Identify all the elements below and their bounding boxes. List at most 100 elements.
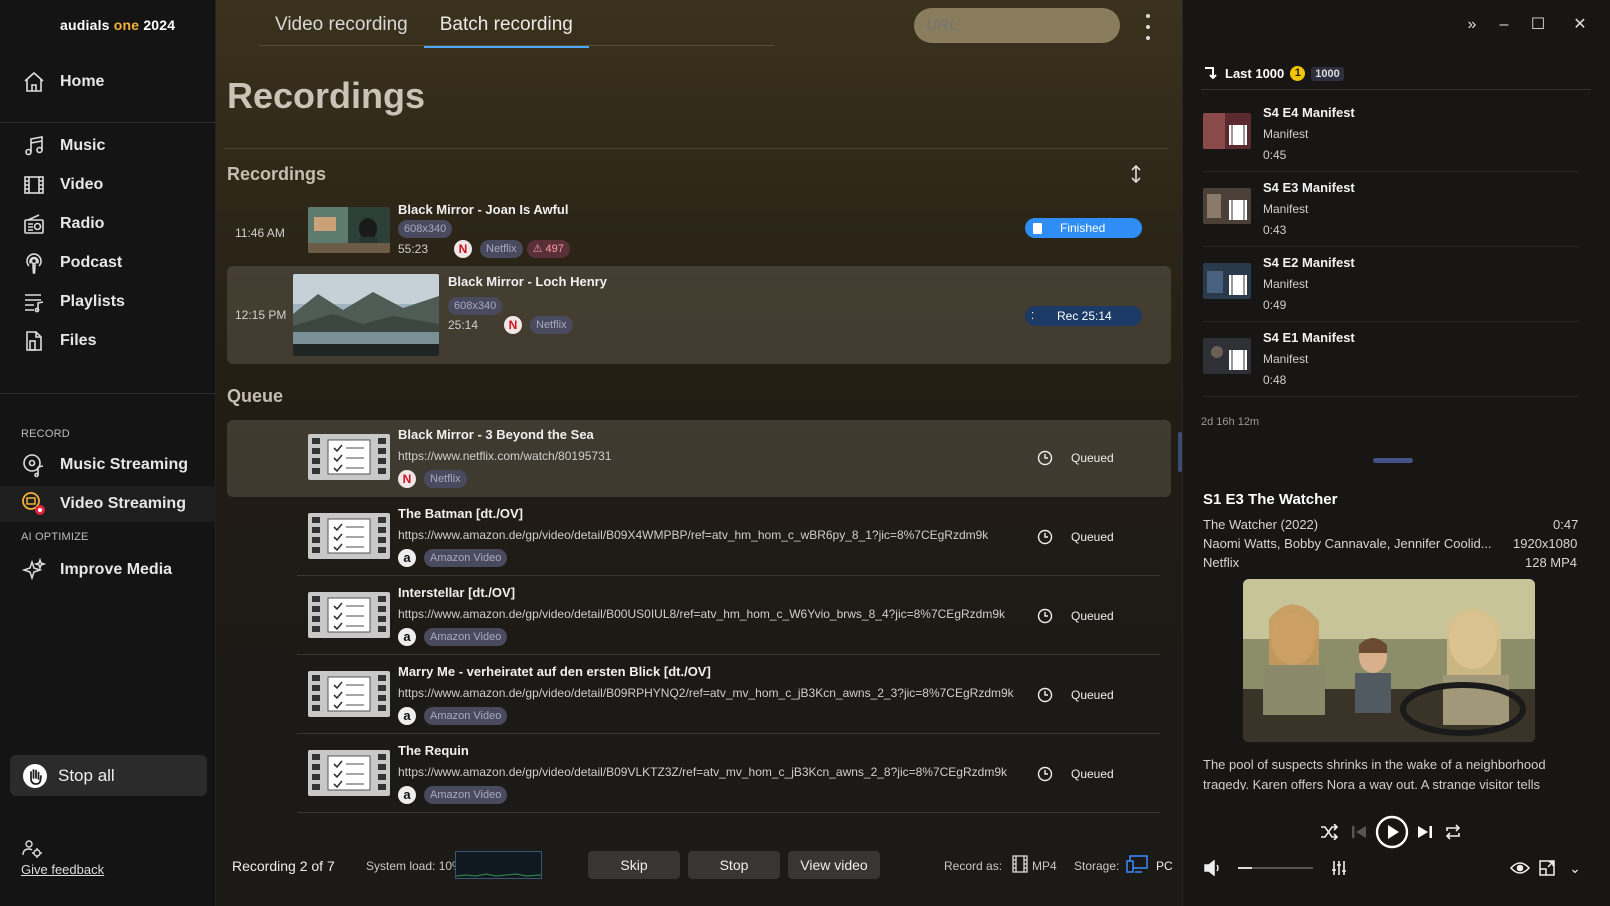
eye-icon[interactable] [1509, 858, 1531, 878]
episode-show: Manifest [1263, 352, 1309, 366]
drag-handle[interactable] [1373, 458, 1413, 463]
document-icon [1033, 222, 1042, 234]
episode-item[interactable]: S4 E4 Manifest Manifest 0:45 [1203, 99, 1579, 172]
volume-slider[interactable] [1238, 867, 1313, 869]
spinner-icon: ⁚ [1031, 310, 1035, 322]
service-chip: Amazon Video [424, 628, 508, 646]
episode-duration: 0:48 [1263, 373, 1287, 387]
history-label: Last 1000 [1225, 66, 1285, 81]
episode-title: S4 E1 Manifest [1263, 330, 1355, 345]
music-note-icon [20, 132, 48, 160]
service-chip: Amazon Video [424, 786, 508, 804]
minimize-icon[interactable]: – [1495, 16, 1513, 34]
url-input[interactable] [914, 8, 1120, 43]
repeat-icon[interactable] [1443, 822, 1463, 842]
play-button[interactable] [1374, 814, 1410, 850]
file-icon [20, 327, 48, 355]
batch-placeholder-icon [308, 750, 390, 796]
now-playing-cast: Naomi Watts, Bobby Cannavale, Jennifer C… [1203, 536, 1492, 551]
previous-icon[interactable] [1349, 822, 1369, 842]
picture-in-picture-icon[interactable] [1537, 858, 1557, 878]
sidebar-item-video[interactable]: Video [0, 167, 216, 203]
sidebar-item-files[interactable]: Files [0, 323, 216, 359]
history-header[interactable]: Last 1000 1 1000 [1203, 64, 1344, 83]
recordings-section-label: Recordings [227, 164, 327, 184]
queued-status: Queued [1037, 766, 1114, 782]
storage-selector[interactable]: PC [1126, 855, 1173, 876]
queue-row[interactable]: The Batman [dt./OV] https://www.amazon.d… [227, 499, 1171, 576]
expand-down-icon[interactable]: ⌄ [1565, 858, 1585, 878]
queue-url: https://www.netflix.com/watch/80195731 [398, 449, 612, 463]
main-panel: Video recording Batch recording Recordin… [216, 0, 1182, 906]
amazon-icon: a [398, 628, 416, 646]
recording-row[interactable]: 11:46 AM Black Mirror - Joan Is Awful 60… [227, 202, 1171, 266]
sidebar-item-improve-media[interactable]: Improve Media [0, 552, 216, 588]
queued-status: Queued [1037, 450, 1114, 466]
storage-value: PC [1156, 858, 1173, 873]
episode-item[interactable]: S4 E1 Manifest Manifest 0:48 [1203, 324, 1579, 397]
divider [297, 575, 1160, 576]
sidebar-item-podcast[interactable]: Podcast [0, 245, 216, 281]
sidebar-item-radio[interactable]: Radio [0, 206, 216, 242]
volume-icon[interactable] [1203, 858, 1223, 878]
sidebar-item-playlists[interactable]: Playlists [0, 284, 216, 320]
clock-icon [1037, 450, 1053, 466]
equalizer-icon[interactable] [1329, 858, 1349, 878]
next-icon[interactable] [1415, 822, 1435, 842]
sidebar-item-video-streaming[interactable]: Video Streaming [0, 486, 216, 522]
view-video-button[interactable]: View video [788, 851, 880, 879]
skip-button[interactable]: Skip [588, 851, 680, 879]
now-playing-service: Netflix [1203, 555, 1240, 570]
amazon-icon: a [398, 786, 416, 804]
queue-url: https://www.amazon.de/gp/video/detail/B0… [398, 765, 1007, 779]
queue-title: The Requin [398, 743, 469, 758]
sidebar-item-label: Music Streaming [60, 456, 189, 473]
more-menu-icon[interactable] [1143, 14, 1153, 40]
sidebar-item-label: Playlists [60, 293, 125, 310]
maximize-icon[interactable]: ☐ [1529, 16, 1547, 34]
playlist-icon [20, 288, 48, 316]
episode-thumbnail [1203, 263, 1251, 299]
clock-icon [1037, 687, 1053, 703]
video-thumbnail [293, 274, 439, 356]
film-icon [1012, 855, 1028, 876]
sidebar-item-home[interactable]: Home [0, 64, 216, 100]
status-badge: Finished [1025, 218, 1142, 238]
close-icon[interactable]: ✕ [1571, 16, 1589, 34]
stop-all-button[interactable]: Stop all [10, 755, 207, 796]
episode-item[interactable]: S4 E3 Manifest Manifest 0:43 [1203, 174, 1579, 247]
collapse-panel-icon[interactable]: » [1463, 16, 1481, 34]
episode-duration: 0:45 [1263, 148, 1287, 162]
tab-underline [259, 45, 774, 46]
divider [297, 733, 1160, 734]
episode-item[interactable]: S4 E2 Manifest Manifest 0:49 [1203, 249, 1579, 322]
episode-show: Manifest [1263, 127, 1309, 141]
now-playing-show: The Watcher (2022) [1203, 517, 1319, 532]
recording-row[interactable]: 12:15 PM Black Mirror - Loch Henry 608x3… [227, 266, 1171, 364]
right-panel: » – ☐ ✕ Last 1000 1 1000 S4 E4 Manifest … [1182, 0, 1610, 906]
batch-placeholder-icon [308, 671, 390, 717]
stop-button[interactable]: Stop [688, 851, 780, 879]
tab-batch-recording[interactable]: Batch recording [423, 14, 589, 48]
format-selector[interactable]: MP4 [1012, 855, 1057, 876]
divider [297, 654, 1160, 655]
recording-duration: 55:23 [398, 242, 429, 256]
queue-url: https://www.amazon.de/gp/video/detail/B0… [398, 528, 989, 542]
recording-title: Black Mirror - Loch Henry [448, 274, 607, 289]
give-feedback-link[interactable]: Give feedback [21, 838, 104, 877]
feedback-label: Give feedback [21, 862, 105, 877]
radio-icon [20, 210, 48, 238]
tab-video-recording[interactable]: Video recording [259, 14, 424, 48]
service-chip: Netflix [424, 470, 467, 488]
sidebar-item-music[interactable]: Music [0, 128, 216, 164]
netflix-icon: N [454, 240, 472, 258]
sidebar-item-music-streaming[interactable]: Music Streaming [0, 447, 216, 483]
sort-icon[interactable] [1128, 164, 1144, 184]
queue-row[interactable]: Black Mirror - 3 Beyond the Sea https://… [227, 420, 1171, 497]
recording-title: Black Mirror - Joan Is Awful [398, 202, 569, 217]
shuffle-icon[interactable] [1319, 822, 1339, 842]
total-duration: 2d 16h 12m [1201, 416, 1260, 428]
queue-row[interactable]: The Requin https://www.amazon.de/gp/vide… [227, 736, 1171, 813]
queue-row[interactable]: Interstellar [dt./OV] https://www.amazon… [227, 578, 1171, 655]
queue-row[interactable]: Marry Me - verheiratet auf den ersten Bl… [227, 657, 1171, 734]
